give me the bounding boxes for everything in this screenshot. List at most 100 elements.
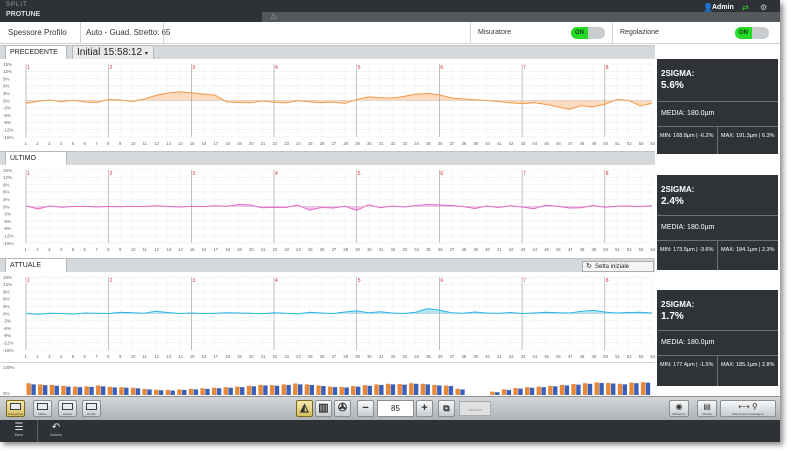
- user-name[interactable]: Admin: [712, 4, 734, 11]
- x-tick-label: 52: [627, 247, 632, 252]
- y-tick-label: 6%: [3, 84, 10, 89]
- fan-icon[interactable]: ✇: [334, 400, 351, 417]
- histogram-bar: [235, 386, 240, 395]
- regulation-toggle-state: ON: [735, 27, 752, 39]
- zone-marker-label: 3: [192, 65, 195, 71]
- histogram-bar: [455, 388, 460, 395]
- x-tick-label: 32: [391, 354, 396, 359]
- x-tick-label: 38: [462, 141, 467, 146]
- misurazione-button[interactable]: ⟷ ⚲ Misurazione Guadagno: [720, 400, 776, 417]
- x-tick-label: 7: [95, 354, 98, 359]
- histogram-bar: [251, 386, 257, 395]
- y-tick-label: 9%: [3, 182, 10, 187]
- x-tick-label: 8: [107, 247, 110, 252]
- zone-marker-label: 2: [110, 65, 113, 71]
- histogram-bar: [119, 387, 124, 395]
- x-tick-label: 24: [296, 354, 301, 359]
- header-divider: [612, 22, 613, 44]
- app-window: SPLIT PROTUNE ⚠ 👤 Admin ⇄ ⚙ Spessore Pro…: [0, 0, 780, 442]
- x-tick-label: 46: [556, 247, 561, 252]
- histogram-bar: [297, 384, 303, 395]
- window-icon: [10, 403, 21, 410]
- area-chart-icon[interactable]: ◭: [296, 400, 313, 417]
- view-profilo-button[interactable]: Profilo: [82, 400, 101, 417]
- diffusione-button[interactable]: ◉ Diffusione: [669, 400, 689, 417]
- time-dropdown[interactable]: Initial 15:58:12 ▾: [72, 45, 154, 59]
- x-tick-label: 6: [84, 354, 87, 359]
- x-tick-label: 13: [166, 354, 171, 359]
- view-precedente-button[interactable]: Precedente: [6, 400, 25, 417]
- x-tick-label: 40: [485, 141, 490, 146]
- nav-divider: [37, 420, 38, 442]
- histogram-bar: [409, 383, 414, 395]
- histogram-bar: [443, 385, 449, 395]
- histogram-bar: [165, 389, 171, 395]
- gain-value[interactable]: 85: [377, 400, 414, 417]
- menu-label: Menu: [14, 433, 24, 437]
- x-tick-label: 15: [190, 354, 195, 359]
- histogram-bar: [599, 382, 604, 395]
- bar-chart-icon[interactable]: ▥: [315, 400, 332, 417]
- warning-icon[interactable]: ⚠: [270, 12, 277, 21]
- y-tick-label: 12%: [3, 282, 12, 287]
- x-tick-label: 23: [284, 247, 289, 252]
- histogram-bar: [72, 386, 78, 395]
- y-tick-label: 0%: [3, 204, 10, 209]
- ultimo-minmax: MIN: 173.5µm | -3.6% MAX: 184.1µm | 2.3%: [657, 241, 778, 270]
- zone-marker-label: 2: [110, 278, 113, 284]
- x-tick-label: 9: [119, 354, 122, 359]
- y-tick-label: 3%: [3, 197, 10, 202]
- copy-icon[interactable]: ⧉: [438, 400, 455, 417]
- x-tick-label: 37: [450, 247, 455, 252]
- x-tick-label: 24: [296, 247, 301, 252]
- x-tick-label: 2: [36, 247, 39, 252]
- back-button[interactable]: ↶ Indietro: [45, 422, 67, 440]
- measurer-toggle[interactable]: ON: [571, 27, 605, 39]
- x-tick-label: 47: [568, 354, 573, 359]
- view-ultimo-button[interactable]: Ultimo: [33, 400, 52, 417]
- histogram-bar: [205, 388, 210, 395]
- y-tick-label: 9%: [3, 76, 10, 81]
- attuale-media: MEDIA: 180.0µm: [657, 330, 778, 356]
- x-tick-label: 38: [462, 354, 467, 359]
- histogram-bar: [200, 388, 205, 395]
- ultimo-sigma-label: 2SIGMA:: [661, 185, 695, 194]
- histogram-bar: [490, 391, 495, 395]
- settings-icon[interactable]: ⚙: [760, 3, 767, 12]
- tab-attuale[interactable]: ATTUALE: [5, 258, 67, 272]
- regulation-toggle[interactable]: ON: [735, 27, 769, 39]
- ultimo-chart: 15%12%9%6%3%0%-3%-6%-9%-12%-15%1 2 3 4 5 6 7 8 9…: [0, 165, 655, 255]
- top-bar-strip: [262, 12, 780, 22]
- view-attuale-button[interactable]: Attuale: [58, 400, 77, 417]
- x-tick-label: 26: [320, 247, 325, 252]
- x-tick-label: 10: [131, 141, 136, 146]
- x-tick-label: 14: [178, 354, 183, 359]
- x-tick-label: 21: [261, 354, 266, 359]
- view-profilo-label: Profilo: [87, 412, 96, 416]
- y-tick-label: -9%: [3, 333, 11, 338]
- tab-precedente[interactable]: PRECEDENTE: [5, 45, 67, 59]
- ricetta-button[interactable]: ▤ Ricetta: [697, 400, 717, 417]
- x-tick-label: 2: [36, 354, 39, 359]
- histogram-bar: [211, 387, 217, 395]
- x-tick-label: 39: [473, 354, 478, 359]
- x-tick-label: 25: [308, 354, 313, 359]
- menu-button[interactable]: ☰ Menu: [8, 422, 30, 440]
- plus-button[interactable]: +: [416, 400, 433, 417]
- reset-icon: ↻: [586, 263, 592, 270]
- minus-button[interactable]: −: [357, 400, 374, 417]
- zone-marker-label: 1: [27, 65, 30, 71]
- x-tick-label: 23: [284, 354, 289, 359]
- histogram-bar: [571, 384, 576, 395]
- connection-icon[interactable]: ⇄: [742, 3, 749, 12]
- histogram-bar: [379, 384, 384, 395]
- setta-iniziale-button[interactable]: ↻ Setta iniziale: [582, 261, 654, 272]
- histogram-bar: [397, 384, 402, 395]
- tab-ultimo[interactable]: ULTIMO: [5, 151, 67, 165]
- histogram-bar: [622, 384, 627, 395]
- x-tick-label: 24: [296, 141, 301, 146]
- x-tick-label: 35: [426, 354, 431, 359]
- header-row: Spessore Profilo Auto - Guad. Stretto: 6…: [0, 22, 780, 44]
- apply-button[interactable]: Applica: [459, 401, 491, 416]
- x-tick-label: 7: [95, 141, 98, 146]
